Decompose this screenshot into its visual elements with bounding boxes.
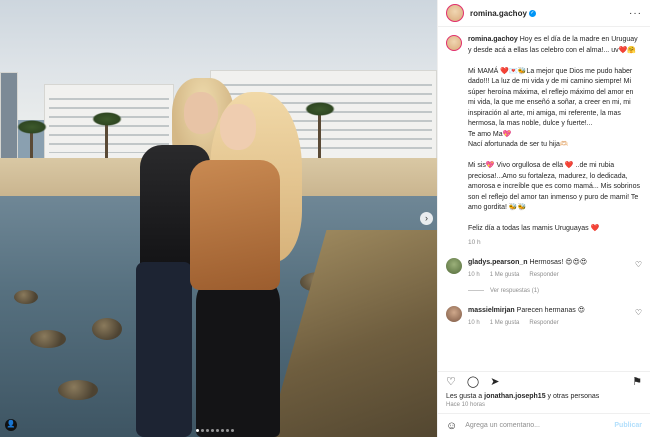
comment-input[interactable]	[465, 422, 607, 429]
post-username[interactable]: romina.gachoy	[470, 9, 527, 18]
more-horizontal-icon[interactable]: ···	[629, 8, 642, 19]
comment-item: massielmirjan Parecen hermanas 😍 10 h 1 …	[446, 305, 642, 326]
comment-composer: ☺ Publicar	[438, 413, 650, 437]
emoji-icon[interactable]: ☺	[446, 420, 457, 432]
post-photo[interactable]: › 👤	[0, 0, 437, 437]
likes-user[interactable]: jonathan.joseph15	[484, 393, 545, 400]
carousel-dot	[201, 429, 204, 432]
chevron-right-icon[interactable]: ›	[420, 212, 433, 225]
photo-person-left-face	[184, 92, 218, 134]
caption-body: Hoy es el día de la madre en Uruguay y d…	[468, 36, 640, 232]
caption: romina.gachoy Hoy es el día de la madre …	[446, 35, 642, 235]
likes-prefix: Les gusta a	[446, 393, 485, 400]
comment-likes[interactable]: 1 Me gusta	[490, 320, 520, 326]
caption-time: 10 h	[468, 238, 481, 246]
comments-scroll[interactable]: romina.gachoy Hoy es el día de la madre …	[438, 27, 650, 371]
reply-button[interactable]: Responder	[529, 320, 558, 326]
bookmark-icon[interactable]: ⚑	[632, 377, 642, 388]
photo-rock	[30, 330, 66, 348]
likes-summary[interactable]: Les gusta a jonathan.joseph15 y otras pe…	[438, 393, 650, 400]
photo-person-right-legs	[196, 272, 280, 437]
photo-rock	[58, 380, 98, 400]
comment-item: gladys.pearson_n Hermosas! 😍😍😍 10 h 1 Me…	[446, 257, 642, 278]
view-replies-button[interactable]: Ver respuestas (1)	[468, 288, 642, 294]
photo-palm	[17, 120, 47, 160]
avatar[interactable]	[446, 35, 462, 51]
verified-badge-icon: ✓	[528, 9, 536, 17]
comment-icon[interactable]: ◯	[467, 377, 479, 388]
carousel-dot	[216, 429, 219, 432]
comment-likes[interactable]: 1 Me gusta	[490, 272, 520, 278]
heart-icon[interactable]: ♡	[446, 377, 456, 388]
user-tag-icon[interactable]: 👤	[5, 419, 17, 431]
carousel-dot	[231, 429, 234, 432]
carousel-dot	[211, 429, 214, 432]
photo-rock	[92, 318, 122, 340]
caption-text: romina.gachoy Hoy es el día de la madre …	[468, 35, 642, 235]
comment-username[interactable]: gladys.pearson_n	[468, 259, 528, 266]
caption-username[interactable]: romina.gachoy	[468, 36, 518, 43]
carousel-dots	[196, 429, 234, 432]
carousel-dot	[221, 429, 224, 432]
post-modal: › 👤 romina.gachoy ✓ ··· romina.gachoy Ho…	[0, 0, 650, 437]
carousel-dot	[226, 429, 229, 432]
avatar[interactable]	[446, 305, 462, 322]
comment-text: Parecen hermanas 😍	[516, 306, 586, 314]
post-sidebar: romina.gachoy ✓ ··· romina.gachoy Hoy es…	[437, 0, 650, 437]
photo-person-right-face	[220, 104, 256, 150]
view-replies-label: Ver respuestas (1)	[490, 287, 540, 294]
carousel-dot	[206, 429, 209, 432]
carousel-dot	[196, 429, 199, 432]
heart-icon[interactable]: ♡	[635, 260, 642, 269]
photo-person-left-legs	[136, 262, 192, 437]
photo-rock	[14, 290, 38, 304]
share-icon[interactable]: ➤	[490, 377, 499, 388]
post-time: Hace 10 horas	[446, 402, 486, 408]
likes-suffix: y otras personas	[545, 393, 600, 400]
photo-palm	[305, 102, 335, 160]
post-header: romina.gachoy ✓ ···	[438, 0, 650, 27]
avatar[interactable]	[446, 257, 462, 274]
reply-button[interactable]: Responder	[529, 272, 558, 278]
publish-button[interactable]: Publicar	[614, 422, 642, 429]
photo-person-right	[190, 160, 280, 290]
heart-icon[interactable]: ♡	[635, 308, 642, 317]
action-bar: ♡ ◯ ➤ ⚑	[438, 371, 650, 393]
comment-time: 10 h	[468, 271, 480, 278]
comment-username[interactable]: massielmirjan	[468, 307, 515, 314]
avatar[interactable]	[446, 4, 464, 22]
photo-tower	[0, 72, 18, 162]
photo-palm	[92, 112, 122, 160]
comment-time: 10 h	[468, 319, 480, 326]
comment-text: Hermosas! 😍😍😍	[529, 258, 588, 266]
